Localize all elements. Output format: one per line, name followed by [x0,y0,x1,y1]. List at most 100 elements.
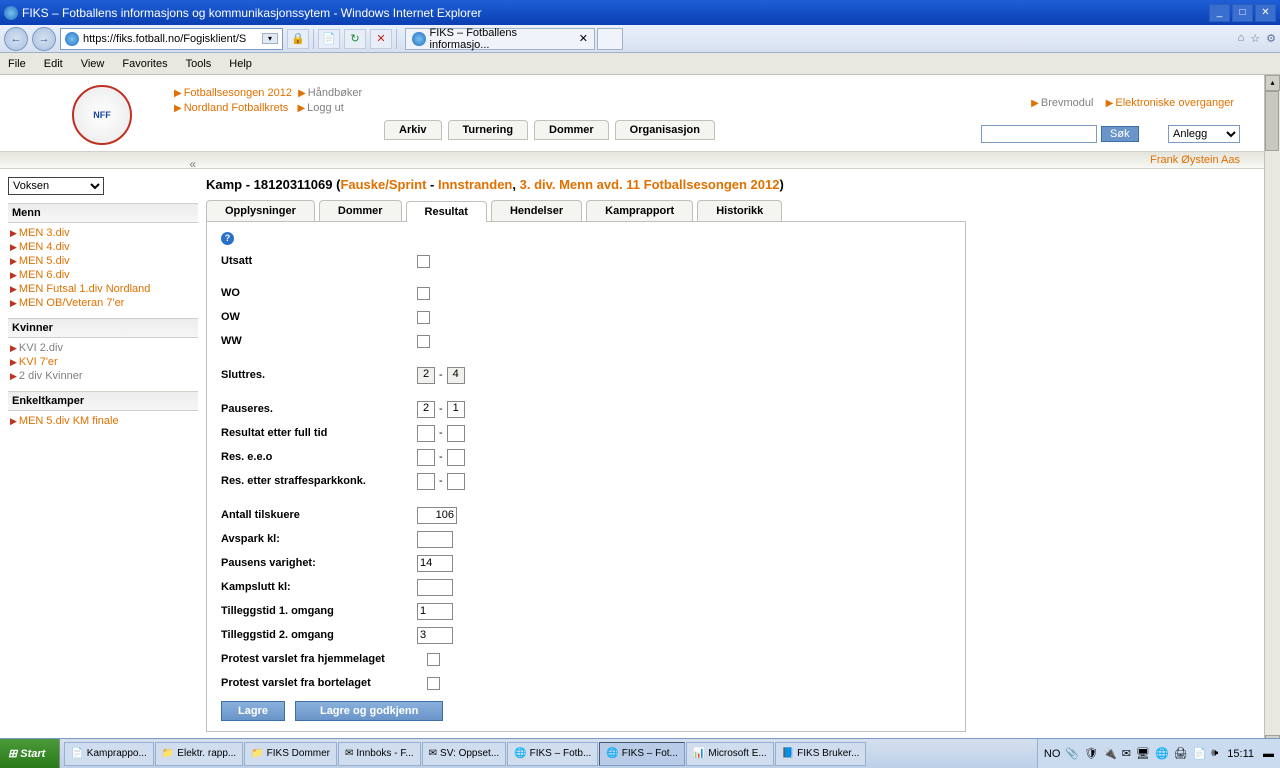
show-desktop-button[interactable]: ▬ [1263,748,1274,760]
tray-icon[interactable]: 🖥 [1136,747,1150,760]
taskbar-app-button[interactable]: 📁FIKS Dommer [244,742,337,766]
fulltid-away[interactable] [447,425,465,442]
checkbox-ow[interactable] [417,311,430,324]
sidebar-item[interactable]: ▶KVI 7'er [10,355,198,369]
address-bar[interactable]: ▾ [60,28,283,50]
compat-icon[interactable]: 📄 [318,29,340,49]
link-handboker[interactable]: Håndbøker [308,87,362,99]
minimize-button[interactable]: _ [1209,4,1230,22]
taskbar-clock[interactable]: 15:11 [1223,748,1258,760]
close-tab-icon[interactable]: ✕ [579,32,588,45]
sidebar-item[interactable]: ▶2 div Kvinner [10,369,198,383]
tab-arkiv[interactable]: Arkiv [384,120,442,140]
taskbar-app-button[interactable]: 📘FIKS Bruker... [775,742,867,766]
sidebar-item[interactable]: ▶MEN 4.div [10,240,198,254]
input-till2[interactable] [417,627,453,644]
save-button[interactable]: Lagre [221,701,285,721]
eeo-away[interactable] [447,449,465,466]
subtab-historikk[interactable]: Historikk [697,200,782,221]
pauseres-away[interactable]: 1 [447,401,465,418]
link-overganger[interactable]: Elektroniske overganger [1115,97,1234,109]
menu-tools[interactable]: Tools [186,58,212,70]
tray-icon[interactable]: 🔌 [1103,747,1117,760]
close-window-button[interactable]: ✕ [1255,4,1276,22]
fulltid-home[interactable] [417,425,435,442]
pauseres-home[interactable]: 2 [417,401,435,418]
help-icon[interactable]: ? [221,232,234,245]
sidebar-item[interactable]: ▶MEN 6.div [10,268,198,282]
taskbar-app-button[interactable]: 🌐FIKS – Fotb... [507,742,598,766]
home-icon[interactable]: ⌂ [1238,32,1245,45]
username[interactable]: Frank Øystein Aas [1150,154,1240,166]
tools-icon[interactable]: ⚙ [1266,32,1276,45]
tray-icon[interactable]: 📎 [1065,747,1079,760]
tray-icon[interactable]: 🛡 [1084,747,1098,760]
start-button[interactable]: ⊞ Start [0,739,60,768]
sidebar-item[interactable]: ▶MEN OB/Veteran 7'er [10,296,198,310]
tab-dommer[interactable]: Dommer [534,120,609,140]
taskbar-app-button[interactable]: ✉Innboks - F... [338,742,421,766]
input-till1[interactable] [417,603,453,620]
forward-button[interactable]: → [32,27,56,51]
link-sesong[interactable]: Fotballsesongen 2012 [184,87,292,99]
lang-indicator[interactable]: NO [1044,748,1061,760]
subtab-dommer[interactable]: Dommer [319,200,402,221]
stop-button[interactable]: ✕ [370,29,392,49]
refresh-button[interactable]: ↻ [344,29,366,49]
checkbox-utsatt[interactable] [417,255,430,268]
sidebar-item[interactable]: ▶MEN 3.div [10,226,198,240]
sidebar-item[interactable]: ▶KVI 2.div [10,341,198,355]
straffe-home[interactable] [417,473,435,490]
link-league[interactable]: 3. div. Menn avd. 11 Fotballsesongen 201… [520,177,780,192]
favorites-icon[interactable]: ☆ [1250,32,1260,45]
subtab-kamprapport[interactable]: Kamprapport [586,200,693,221]
maximize-button[interactable]: □ [1232,4,1253,22]
tray-icon[interactable]: 🖨 [1174,747,1188,760]
subtab-resultat[interactable]: Resultat [406,201,487,222]
link-loggut[interactable]: Logg ut [307,102,344,114]
straffe-away[interactable] [447,473,465,490]
vertical-scrollbar[interactable]: ▴ ▾ [1264,75,1280,751]
menu-favorites[interactable]: Favorites [122,58,167,70]
subtab-opplysninger[interactable]: Opplysninger [206,200,315,221]
eeo-home[interactable] [417,449,435,466]
checkbox-protest-home[interactable] [427,653,440,666]
collapse-icon[interactable]: « [189,157,196,171]
sidebar-item[interactable]: ▶MEN Futsal 1.div Nordland [10,282,198,296]
tab-organisasjon[interactable]: Organisasjon [615,120,715,140]
taskbar-app-button[interactable]: 📁Elektr. rapp... [155,742,243,766]
link-team1[interactable]: Fauske/Sprint [340,177,426,192]
tray-icon[interactable]: ✉ [1122,747,1131,760]
link-krets[interactable]: Nordland Fotballkrets [184,102,289,114]
search-button[interactable]: Søk [1101,126,1139,142]
addr-dropdown[interactable]: ▾ [262,33,278,44]
sidebar-item[interactable]: ▶MEN 5.div KM finale [10,414,198,428]
menu-help[interactable]: Help [229,58,252,70]
url-input[interactable] [83,33,258,45]
taskbar-app-button[interactable]: 📄Kamprappo... [64,742,154,766]
subtab-hendelser[interactable]: Hendelser [491,200,582,221]
menu-file[interactable]: File [8,58,26,70]
input-kampslutt[interactable] [417,579,453,596]
taskbar-app-button[interactable]: ✉SV: Oppset... [422,742,507,766]
browser-tab-active[interactable]: FIKS – Fotballens informasjo... ✕ [405,28,595,50]
input-tilskuere[interactable] [417,507,457,524]
tray-icon[interactable]: 🕪 [1211,747,1218,760]
save-approve-button[interactable]: Lagre og godkjenn [295,701,443,721]
checkbox-protest-away[interactable] [427,677,440,690]
menu-edit[interactable]: Edit [44,58,63,70]
menu-view[interactable]: View [81,58,105,70]
checkbox-ww[interactable] [417,335,430,348]
sidebar-item[interactable]: ▶MEN 5.div [10,254,198,268]
input-avspark[interactable] [417,531,453,548]
anlegg-select[interactable]: Anlegg [1168,125,1240,143]
taskbar-app-button[interactable]: 📊Microsoft E... [686,742,774,766]
taskbar-app-button[interactable]: 🌐FIKS – Fot... [599,742,685,766]
checkbox-wo[interactable] [417,287,430,300]
tab-turnering[interactable]: Turnering [448,120,529,140]
tray-icon[interactable]: 📄 [1193,747,1207,760]
scroll-thumb[interactable] [1265,91,1279,151]
back-button[interactable]: ← [4,27,28,51]
voksen-select[interactable]: Voksen [8,177,104,195]
link-team2[interactable]: Innstranden [438,177,512,192]
